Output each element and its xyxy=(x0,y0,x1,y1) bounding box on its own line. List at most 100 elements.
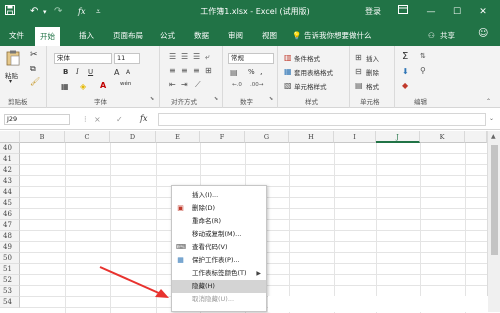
column-header[interactable]: K xyxy=(420,131,465,143)
tab-page-layout[interactable]: 页面布局 xyxy=(113,30,143,42)
scroll-up-icon[interactable]: ▲ xyxy=(491,133,496,140)
row-header[interactable]: 43 xyxy=(0,176,20,187)
column-header-selected[interactable]: J xyxy=(376,131,420,143)
expand-formula-bar-icon[interactable]: ⌄ xyxy=(489,115,494,122)
row-header[interactable]: 44 xyxy=(0,187,20,198)
align-top-icon[interactable]: ☰ xyxy=(169,52,176,61)
align-center-icon[interactable]: ≡ xyxy=(181,66,188,75)
collapse-ribbon-icon[interactable]: ⌃ xyxy=(486,98,491,105)
paste-dropdown-icon[interactable]: ▾ xyxy=(9,78,12,85)
row-header[interactable]: 47 xyxy=(0,220,20,231)
login-link[interactable]: 登录 xyxy=(360,5,386,19)
delete-cells-button[interactable]: 删除 xyxy=(366,67,379,77)
align-bottom-icon[interactable]: ☰ xyxy=(193,52,200,61)
fill-color-icon[interactable]: ◈ xyxy=(80,82,86,91)
percent-style-button[interactable]: % xyxy=(248,68,255,76)
column-header[interactable]: E xyxy=(156,131,200,143)
row-header[interactable]: 45 xyxy=(0,198,20,209)
menu-item-insert[interactable]: 插入(I)... xyxy=(172,189,266,202)
insert-cells-icon[interactable]: ⊞ xyxy=(355,53,362,62)
formula-input[interactable] xyxy=(158,113,486,126)
minimize-icon[interactable]: — xyxy=(420,5,442,19)
delete-cells-icon[interactable]: ⊟ xyxy=(355,67,362,76)
vertical-scrollbar[interactable]: ▲ xyxy=(487,131,500,312)
menu-item-tab-color[interactable]: 工作表标签颜色(T) ▶ xyxy=(172,267,266,280)
menu-item-rename[interactable]: 重命名(R) xyxy=(172,215,266,228)
save-icon[interactable] xyxy=(5,5,15,20)
number-dialog-launcher-icon[interactable]: ⬊ xyxy=(269,96,273,102)
find-select-icon[interactable]: ⚲ xyxy=(420,66,426,75)
close-icon[interactable]: ✕ xyxy=(472,5,494,19)
border-icon[interactable]: ▦ xyxy=(61,82,69,91)
font-dialog-launcher-icon[interactable]: ⬊ xyxy=(150,96,154,102)
menu-item-protect-sheet[interactable]: ▦ 保护工作表(P)... xyxy=(172,254,266,267)
accounting-format-icon[interactable]: ▤ xyxy=(230,68,238,77)
decrease-decimal-icon[interactable]: .00→ xyxy=(250,82,263,88)
column-header[interactable]: B xyxy=(20,131,65,143)
align-left-icon[interactable]: ≡ xyxy=(169,66,176,75)
scrollbar-thumb[interactable] xyxy=(491,145,498,255)
font-size-select[interactable]: 11 xyxy=(114,53,140,64)
shrink-font-button[interactable]: A xyxy=(126,69,130,76)
row-header[interactable]: 53 xyxy=(0,286,20,297)
enter-entry-icon[interactable]: ✓ xyxy=(116,115,123,124)
column-header[interactable]: C xyxy=(65,131,110,143)
bold-button[interactable]: B xyxy=(63,68,68,76)
conditional-formatting-button[interactable]: 条件格式 xyxy=(294,53,320,63)
increase-indent-icon[interactable]: ⇥ xyxy=(181,80,188,89)
tab-home[interactable]: 开始 xyxy=(35,27,60,46)
undo-dropdown-icon[interactable]: ▾ xyxy=(43,5,47,19)
row-header[interactable]: 49 xyxy=(0,242,20,253)
decrease-indent-icon[interactable]: ⇤ xyxy=(169,80,176,89)
tab-formulas[interactable]: 公式 xyxy=(160,30,175,42)
format-cells-button[interactable]: 格式 xyxy=(366,81,379,91)
align-right-icon[interactable]: ≡ xyxy=(193,66,200,75)
alignment-dialog-launcher-icon[interactable]: ⬊ xyxy=(214,96,218,102)
ribbon-display-options-icon[interactable] xyxy=(392,5,414,19)
menu-item-view-code[interactable]: ⌨ 查看代码(V) xyxy=(172,241,266,254)
maximize-icon[interactable]: ☐ xyxy=(446,5,468,19)
autosum-icon[interactable]: Σ xyxy=(402,51,408,62)
undo-icon[interactable]: ↶ xyxy=(30,5,38,19)
column-header[interactable]: F xyxy=(200,131,245,143)
orientation-icon[interactable]: ⟋ xyxy=(195,80,201,90)
paste-icon[interactable] xyxy=(6,50,20,68)
select-all-corner[interactable] xyxy=(0,131,20,143)
tab-view[interactable]: 视图 xyxy=(262,30,277,42)
insert-cells-button[interactable]: 插入 xyxy=(366,53,379,63)
wrap-text-icon[interactable]: ⤶ xyxy=(205,52,209,62)
font-name-select[interactable]: 宋体 xyxy=(54,53,112,64)
share-button[interactable]: 共享 xyxy=(440,30,455,42)
column-header[interactable]: D xyxy=(110,131,156,143)
underline-button[interactable]: U xyxy=(88,68,93,76)
row-header[interactable]: 48 xyxy=(0,231,20,242)
menu-item-delete[interactable]: ▣ 删除(D) xyxy=(172,202,266,215)
redo-icon[interactable]: ↷ xyxy=(54,5,62,19)
cut-icon[interactable]: ✂ xyxy=(30,50,38,60)
fill-icon[interactable]: ⬇ xyxy=(402,67,409,76)
column-header[interactable]: I xyxy=(334,131,376,143)
cell-styles-button[interactable]: 单元格样式 xyxy=(294,81,327,91)
fx-quick-access[interactable]: fx xyxy=(78,5,85,19)
align-middle-icon[interactable]: ☰ xyxy=(181,52,188,61)
customize-qat-icon[interactable]: ⩡ xyxy=(96,5,101,19)
menu-item-hide[interactable]: 隐藏(H) xyxy=(172,280,266,293)
column-header[interactable]: H xyxy=(289,131,334,143)
format-as-table-button[interactable]: 套用表格格式 xyxy=(294,67,333,77)
number-format-select[interactable]: 常规 xyxy=(228,53,274,64)
row-header[interactable]: 40 xyxy=(0,143,20,154)
row-header[interactable]: 42 xyxy=(0,165,20,176)
tell-me-box[interactable]: 告诉我你想要做什么 xyxy=(304,30,372,42)
format-painter-icon[interactable]: 🖌 xyxy=(30,77,40,86)
tab-insert[interactable]: 插入 xyxy=(79,30,94,42)
increase-decimal-icon[interactable]: ←.0 xyxy=(232,82,242,88)
phonetic-icon[interactable]: wén xyxy=(120,81,131,87)
tab-review[interactable]: 审阅 xyxy=(228,30,243,42)
copy-icon[interactable]: ⧉ xyxy=(30,64,36,74)
menu-item-unhide[interactable]: 取消隐藏(U)... xyxy=(172,293,266,306)
cancel-entry-icon[interactable]: × xyxy=(94,115,101,124)
column-header[interactable]: G xyxy=(245,131,289,143)
cell-styles-icon[interactable]: ▧ xyxy=(284,81,292,90)
column-header[interactable] xyxy=(465,131,487,143)
merge-center-icon[interactable]: ⊞ xyxy=(205,66,212,75)
